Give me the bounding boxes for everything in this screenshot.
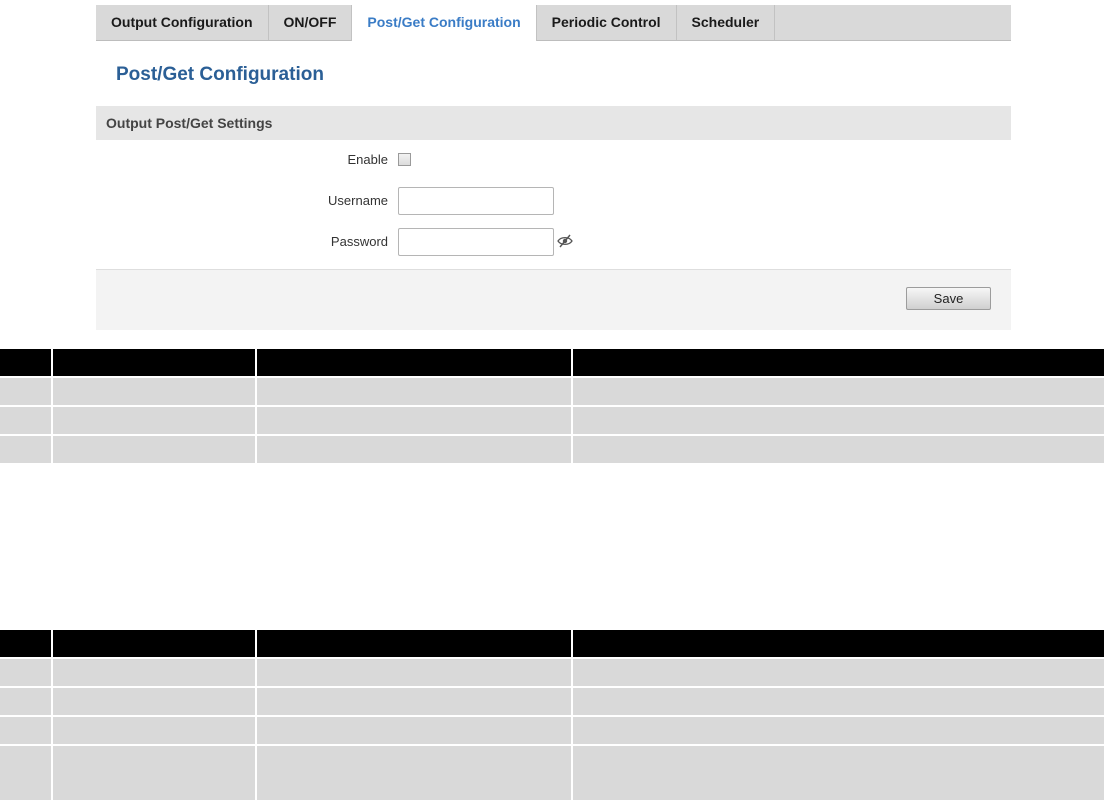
table-cell [571,405,1104,435]
tab-output-configuration[interactable]: Output Configuration [96,5,269,40]
table-row [0,715,1104,745]
table-cell [255,657,572,687]
table-cell [0,715,52,745]
table-header-cell [255,630,572,658]
table-row [0,657,1104,687]
enable-checkbox[interactable] [398,153,411,166]
table-header-row [0,349,1104,377]
table-cell [0,376,52,406]
table-cell [255,434,572,463]
enable-row: Enable [96,145,1011,175]
tab-post-get-configuration[interactable]: Post/Get Configuration [351,5,537,41]
table-header-cell [51,630,256,658]
table-row [0,376,1104,406]
table-cell [571,744,1104,800]
doc-table-1 [0,349,1104,463]
username-input[interactable] [398,187,554,215]
table-cell [0,657,52,687]
table-cell [571,376,1104,406]
show-password-icon[interactable] [557,234,573,248]
password-row: Password [96,227,1011,257]
table-row [0,434,1104,463]
table-row [0,744,1104,800]
table-cell [255,744,572,800]
tab-periodic-control[interactable]: Periodic Control [537,5,677,40]
table-row [0,686,1104,716]
username-row: Username [96,186,1011,216]
table-header-row [0,630,1104,658]
table-cell [51,376,256,406]
table-cell [51,744,256,800]
table-cell [0,405,52,435]
table-header-cell [255,349,572,377]
password-input[interactable] [398,228,554,256]
table-cell [571,686,1104,716]
table-cell [255,686,572,716]
table-cell [51,657,256,687]
table-cell [255,715,572,745]
table-header-cell [0,630,52,658]
table-header-cell [51,349,256,377]
tab-scheduler[interactable]: Scheduler [677,5,776,40]
table-cell [571,434,1104,463]
table-header-cell [571,630,1104,658]
table-cell [255,405,572,435]
form-footer: Save [96,269,1011,330]
page-title: Post/Get Configuration [116,64,324,85]
username-label: Username [328,193,388,208]
doc-table-2 [0,630,1104,800]
table-header-cell [0,349,52,377]
save-button[interactable]: Save [906,287,991,310]
table-row [0,405,1104,435]
table-cell [0,744,52,800]
enable-label: Enable [347,152,388,167]
table-cell [51,686,256,716]
table-cell [0,434,52,463]
table-cell [51,434,256,463]
table-cell [255,376,572,406]
section-header: Output Post/Get Settings [96,106,1011,140]
table-cell [571,715,1104,745]
tab-bar: Output Configuration ON/OFF Post/Get Con… [96,5,1011,41]
tab-on-off[interactable]: ON/OFF [269,5,353,40]
table-cell [571,657,1104,687]
table-header-cell [571,349,1104,377]
table-cell [51,715,256,745]
table-cell [51,405,256,435]
password-label: Password [330,234,388,249]
table-cell [0,686,52,716]
